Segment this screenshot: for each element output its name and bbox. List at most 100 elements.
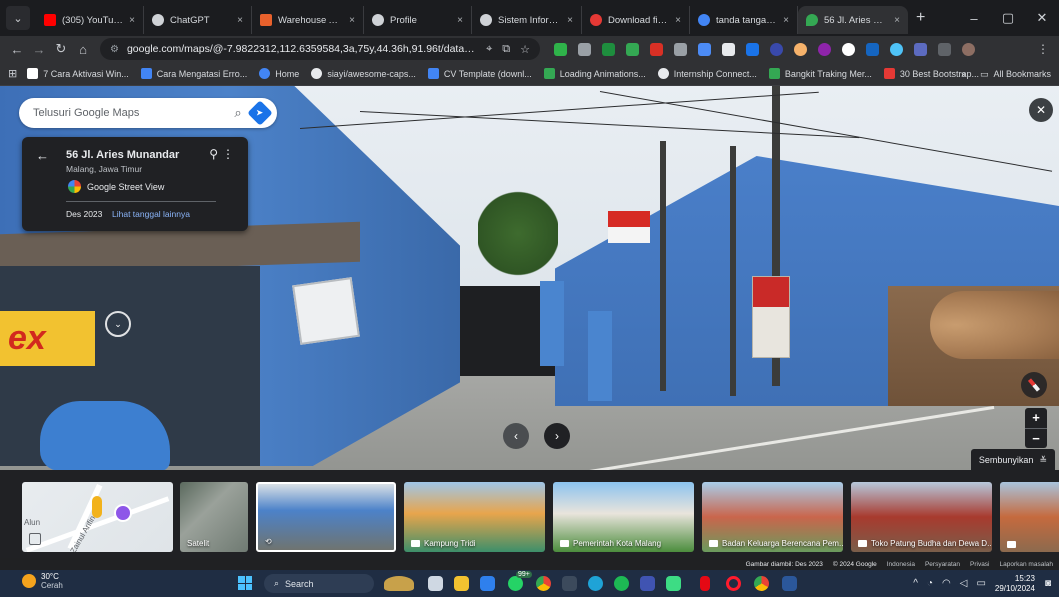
reload-button[interactable]: ↻ <box>50 41 72 57</box>
studio-icon[interactable] <box>640 576 655 591</box>
word-icon[interactable] <box>782 576 797 591</box>
country-link[interactable]: Indonesia <box>887 561 915 568</box>
tab-sistem-informasi[interactable]: Sistem Informasi × <box>472 6 582 34</box>
photo-thumbnail-badan-keluarga[interactable]: Badan Keluarga Berencana Pem... <box>702 482 843 552</box>
close-window-button[interactable]: ✕ <box>1025 10 1059 26</box>
browser-menu-icon[interactable]: ⋮ <box>1037 42 1049 56</box>
close-icon[interactable]: × <box>129 15 135 26</box>
tab-youtube[interactable]: (305) YouTube × <box>36 6 144 34</box>
close-icon[interactable]: × <box>349 15 355 26</box>
location-pin-icon[interactable]: ⚲ <box>209 147 218 161</box>
gallery-extension-icon[interactable] <box>914 42 927 56</box>
extension-icon[interactable] <box>554 42 567 56</box>
android-studio-icon[interactable] <box>666 576 681 591</box>
navigation-ring-icon[interactable]: ⌄ <box>105 311 131 337</box>
all-bookmarks-button[interactable]: All Bookmarks <box>993 69 1051 79</box>
drive-extension-icon[interactable] <box>626 42 639 56</box>
color-extension-icon[interactable] <box>794 42 807 56</box>
file-explorer-icon[interactable] <box>454 576 469 591</box>
tab-tanda-tangan[interactable]: tanda tangan lu × <box>690 6 798 34</box>
bookmark-item[interactable]: Bangkit Traking Mer... <box>768 68 872 79</box>
maps-search-input[interactable] <box>33 107 225 119</box>
report-problem-link[interactable]: Laporkan masalah <box>1000 561 1053 568</box>
camera-extension-icon[interactable] <box>578 42 591 56</box>
minimap-thumbnail[interactable]: Zainul Arifin Alun <box>22 482 173 552</box>
pegman-icon[interactable] <box>92 496 102 518</box>
bookmark-item[interactable]: Home <box>259 68 299 79</box>
shield-extension-icon[interactable] <box>866 42 879 56</box>
new-tab-button[interactable]: + <box>916 9 925 27</box>
record-extension-icon[interactable] <box>650 42 663 56</box>
tab-google-maps[interactable]: 56 Jl. Aries Muna × <box>798 6 908 34</box>
chrome-icon[interactable] <box>536 576 551 591</box>
edge-icon[interactable] <box>588 576 603 591</box>
close-icon[interactable]: × <box>237 15 243 26</box>
task-view-icon[interactable] <box>428 576 443 591</box>
maximize-button[interactable]: ▢ <box>991 10 1025 26</box>
more-options-icon[interactable]: ⋮ <box>222 147 234 161</box>
chrome-profile-icon[interactable] <box>754 576 769 591</box>
satellite-thumbnail[interactable]: Satelit <box>180 482 248 552</box>
puzzle-icon[interactable] <box>938 42 951 56</box>
install-app-icon[interactable]: ⧉ <box>502 43 510 56</box>
photo-thumbnail[interactable] <box>1000 482 1059 552</box>
tab-download-file[interactable]: Download file | × <box>582 6 690 34</box>
purple-extension-icon[interactable] <box>818 42 831 56</box>
netflix-icon[interactable] <box>700 576 710 591</box>
navigate-back-arrow[interactable]: ‹ <box>503 423 529 449</box>
chevron-up-icon[interactable]: ^ <box>913 578 918 589</box>
tab-profile[interactable]: Profile × <box>364 6 472 34</box>
volume-icon[interactable]: ◁ <box>960 578 968 589</box>
weather-widget[interactable]: 30°C Cerah <box>22 572 63 590</box>
location-icon[interactable]: ⌖ <box>486 43 492 56</box>
site-info-icon[interactable]: ⚙ <box>110 44 119 55</box>
battery-icon[interactable]: ▭ <box>976 578 985 589</box>
translate-extension-icon[interactable] <box>698 42 711 56</box>
screenshot-extension-icon[interactable] <box>674 42 687 56</box>
photo-thumbnail-toko-patung[interactable]: Toko Patung Budha dan Dewa D... <box>851 482 992 552</box>
terms-link[interactable]: Persyaratan <box>925 561 960 568</box>
doc-extension-icon[interactable] <box>722 42 735 56</box>
spotify-icon[interactable] <box>614 576 629 591</box>
directions-icon[interactable]: ➤ <box>247 100 273 126</box>
close-street-view-button[interactable]: ✕ <box>1029 98 1053 122</box>
opera-icon[interactable] <box>726 576 741 591</box>
blue-extension-icon[interactable] <box>746 42 759 56</box>
forward-button[interactable]: → <box>28 42 50 57</box>
tab-chatgpt[interactable]: ChatGPT × <box>144 6 252 34</box>
zoom-in-button[interactable]: + <box>1025 408 1047 428</box>
close-icon[interactable]: × <box>567 15 573 26</box>
circle-extension-icon[interactable] <box>842 42 855 56</box>
street-view-thumbnail[interactable]: ⟲ <box>256 482 396 552</box>
expand-map-icon[interactable] <box>29 533 41 545</box>
taskbar-search[interactable]: ⌕ Search <box>264 574 374 593</box>
eyedropper-extension-icon[interactable] <box>602 42 615 56</box>
home-button[interactable]: ⌂ <box>72 42 94 57</box>
close-icon[interactable]: × <box>675 15 681 26</box>
close-icon[interactable]: × <box>783 15 789 26</box>
bookmark-item[interactable]: 7 Cara Aktivasi Win... <box>27 68 129 79</box>
close-icon[interactable]: × <box>457 15 463 26</box>
hide-imagery-button[interactable]: Sembunyikan ≚ <box>970 449 1055 471</box>
address-bar[interactable]: ⚙ google.com/maps/@-7.9822312,112.635958… <box>100 38 540 60</box>
garuda-app-icon[interactable] <box>384 576 414 591</box>
close-icon[interactable]: × <box>894 15 900 26</box>
navigate-forward-arrow[interactable]: › <box>544 423 570 449</box>
app-tray-icon[interactable]: ◔ <box>927 578 933 589</box>
see-other-dates-link[interactable]: Lihat tanggal lainnya <box>112 209 190 219</box>
counter-extension-icon[interactable] <box>770 42 783 56</box>
whatsapp-icon[interactable] <box>508 576 523 591</box>
windows-start-icon[interactable] <box>238 576 252 590</box>
bookmarks-overflow-button[interactable]: » <box>961 69 966 79</box>
profile-avatar-icon[interactable] <box>962 42 975 56</box>
bookmark-item[interactable]: Loading Animations... <box>543 68 646 79</box>
apps-grid-icon[interactable]: ⊞ <box>8 67 17 80</box>
photo-thumbnail-pemerintah-kota[interactable]: Pemerintah Kota Malang <box>553 482 694 552</box>
tab-warehouse-admin[interactable]: Warehouse Adm × <box>252 6 364 34</box>
compass-button[interactable] <box>1021 372 1047 398</box>
tab-search-button[interactable]: ⌄ <box>6 6 30 30</box>
notification-icon[interactable]: ◙ <box>1045 578 1051 589</box>
minimize-button[interactable]: – <box>957 11 991 26</box>
photo-thumbnail-kampung-tridi[interactable]: Kampung Tridi <box>404 482 545 552</box>
clock[interactable]: 15:23 29/10/2024 <box>995 574 1035 594</box>
